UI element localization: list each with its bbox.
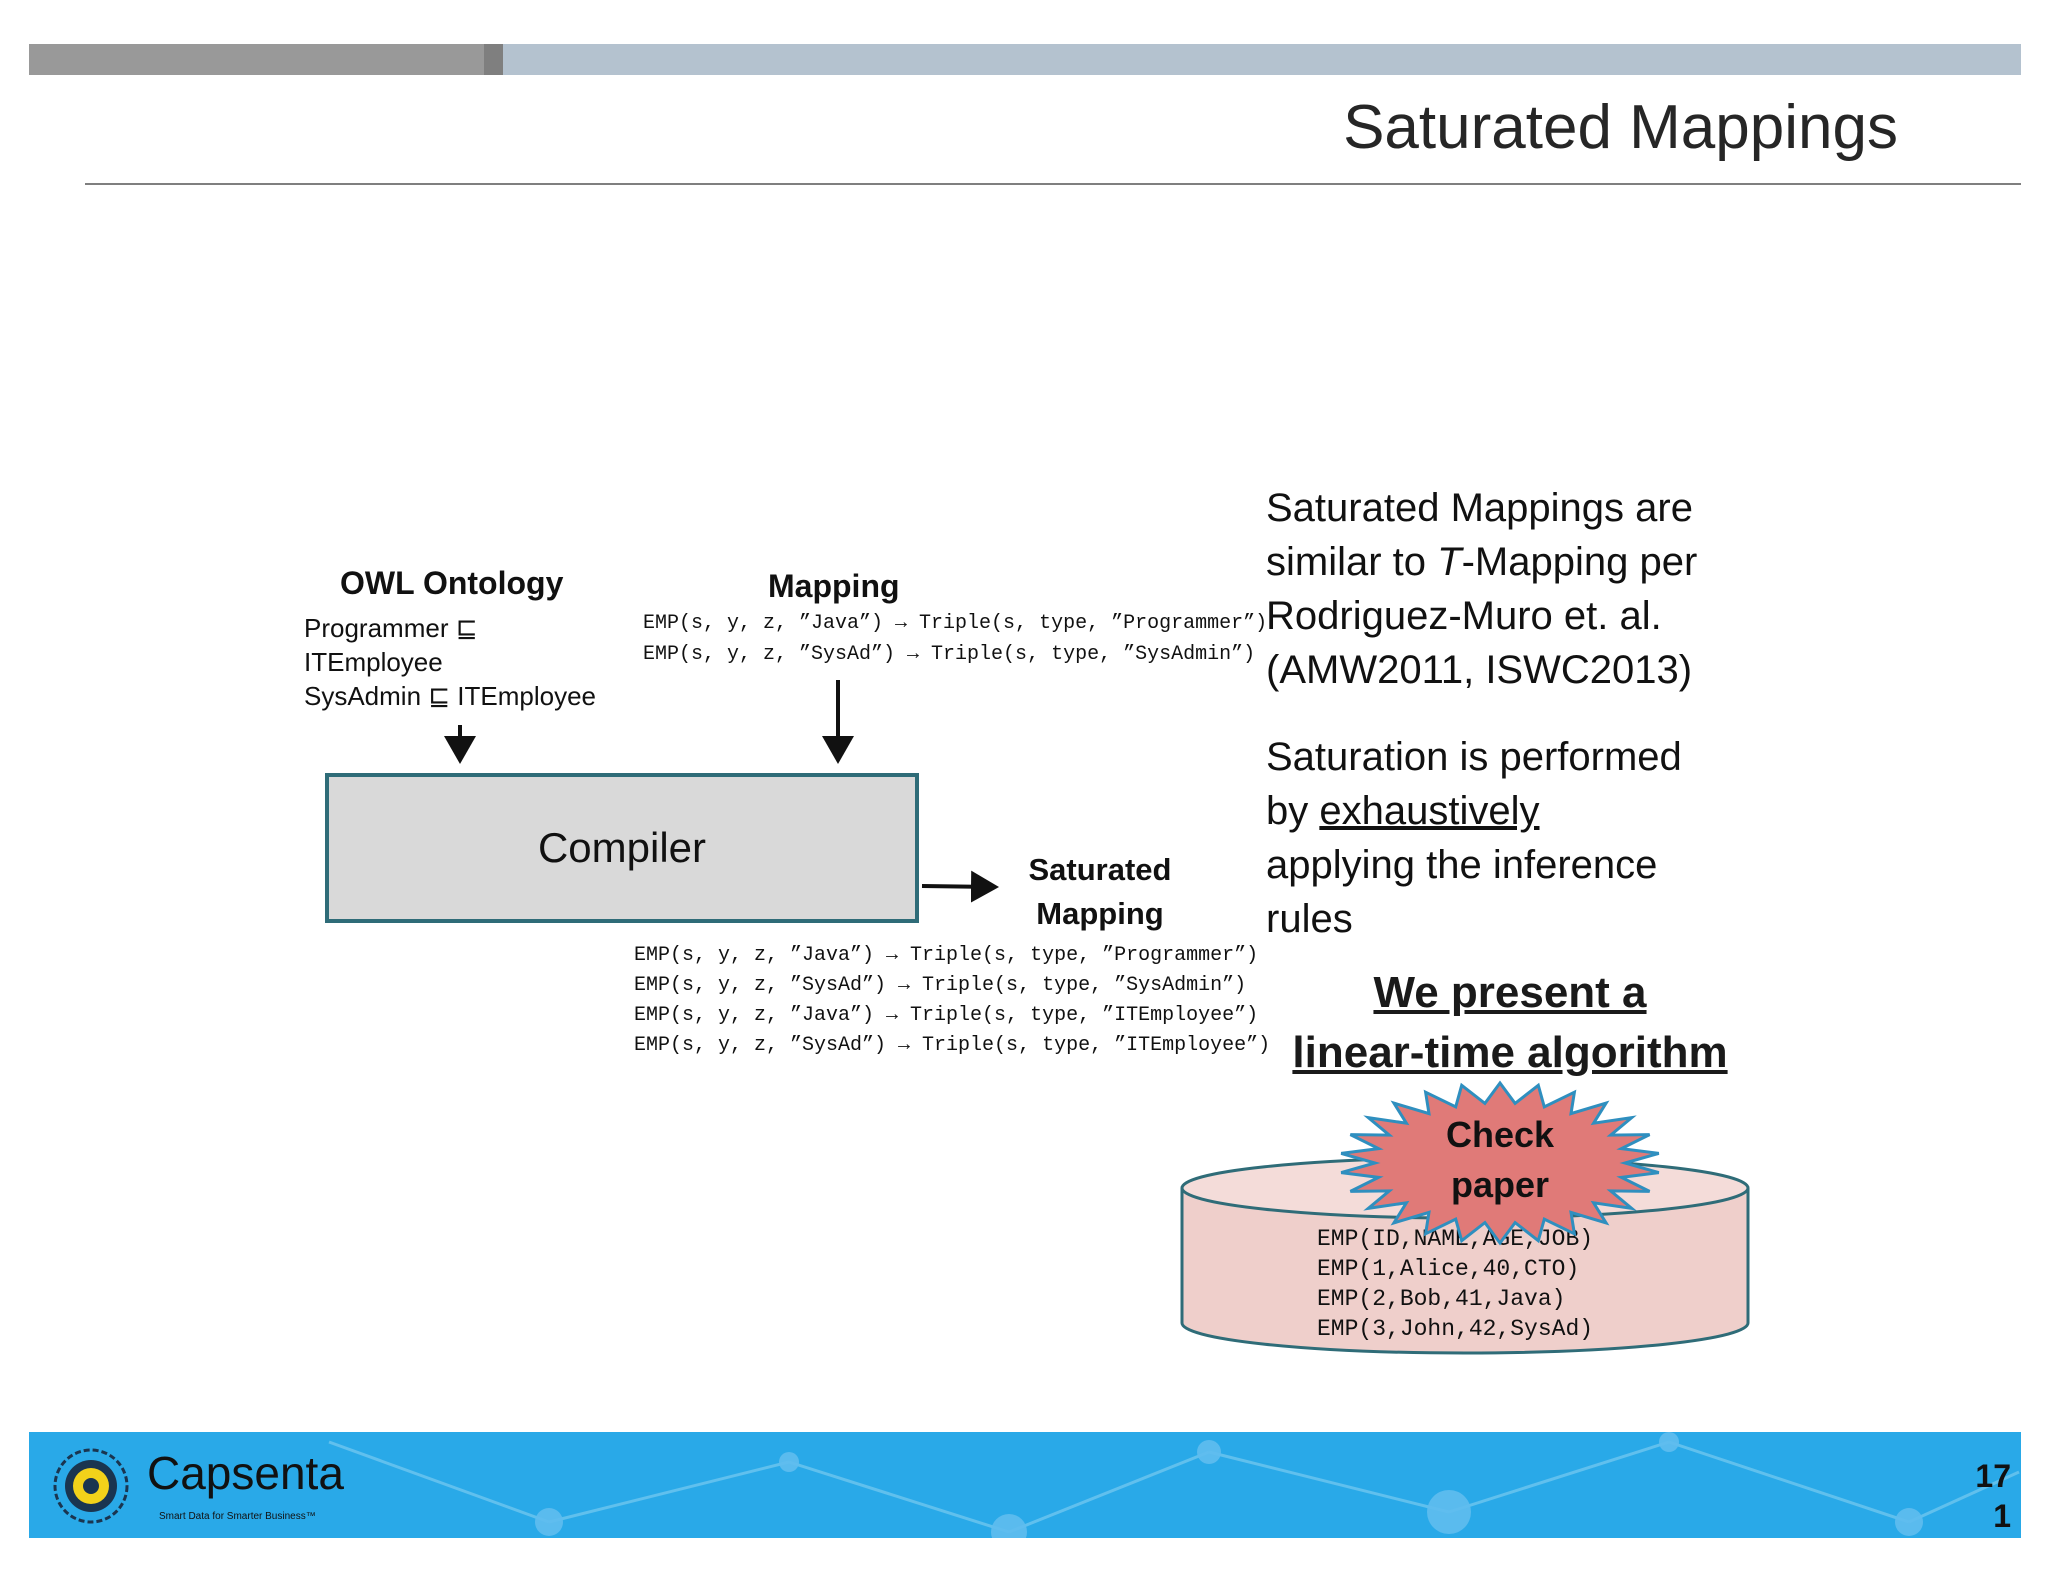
saturation-text-underlined: exhaustively — [1319, 789, 1540, 833]
output-arrow — [921, 870, 999, 903]
saturated-rule: EMP(s, y, z, ”SysAd”) → Triple(s, type, … — [634, 974, 1247, 997]
saturated-rule: EMP(s, y, z, ”Java”) → Triple(s, type, ”… — [634, 1004, 1259, 1027]
mapping-heading: Mapping — [768, 568, 900, 604]
badge-line2: paper — [1450, 1164, 1550, 1205]
db-row: EMP(1,Alice,40,CTO) — [1317, 1256, 1580, 1282]
saturated-rule: EMP(s, y, z, ”SysAd”) → Triple(s, type, … — [634, 1034, 1271, 1057]
ontology-heading: OWL Ontology — [340, 565, 564, 601]
db-row: EMP(3,John,42,SysAd) — [1317, 1316, 1594, 1342]
slide-number-line2: 1 — [1993, 1498, 2011, 1534]
saturated-mapping-heading: Saturated Mapping — [1000, 848, 1200, 936]
saturation-paragraph: Saturation is performed by exhaustively … — [1266, 730, 1696, 946]
db-row: EMP(2,Bob,41,Java) — [1317, 1286, 1566, 1312]
capsenta-logo-icon — [53, 1448, 129, 1524]
headline: We present a linear-time algorithm — [1250, 963, 1770, 1083]
compiler-label: Compiler — [537, 824, 707, 871]
saturated-rule: EMP(s, y, z, ”Java”) → Triple(s, type, ”… — [634, 944, 1259, 967]
slide-number: 17 1 — [1975, 1456, 2011, 1536]
saturated-heading-line1: Saturated — [1028, 852, 1172, 887]
headline-line2: linear-time algorithm — [1292, 1028, 1728, 1077]
footer-banner: Capsenta Smart Data for Smarter Business… — [29, 1432, 2021, 1538]
brand-name: Capsenta — [147, 1447, 344, 1499]
ontology-axioms: Programmer ⊑ ITEmployee SysAdmin ⊑ ITEmp… — [304, 612, 596, 713]
saturated-heading-line2: Mapping — [1036, 896, 1164, 931]
slide-number-line1: 17 — [1975, 1458, 2011, 1494]
compiler-box: Compiler — [325, 773, 919, 923]
tmapping-paragraph: Saturated Mappings are similar to T-Mapp… — [1266, 481, 1766, 697]
brand-tagline: Smart Data for Smarter Business™ — [159, 1511, 316, 1522]
mapping-rule: EMP(s, y, z, ”SysAd”) → Triple(s, type, … — [643, 643, 1256, 666]
axiom-2: SysAdmin ⊑ ITEmployee — [304, 680, 596, 711]
badge-line1: Check — [1445, 1114, 1555, 1155]
axiom-1a: Programmer ⊑ — [304, 613, 478, 643]
saturation-text-b: applying the inference rules — [1266, 843, 1658, 941]
saturated-rules: EMP(s, y, z, ”Java”) → Triple(s, type, ”… — [634, 941, 1270, 1061]
check-paper-badge[interactable]: Check paper — [1400, 1110, 1600, 1210]
tmapping-italic-t: T — [1437, 540, 1462, 584]
mapping-rule: EMP(s, y, z, ”Java”) → Triple(s, type, ”… — [643, 612, 1268, 635]
mapping-rules: EMP(s, y, z, ”Java”) → Triple(s, type, ”… — [643, 608, 1267, 670]
headline-line1: We present a — [1373, 968, 1647, 1017]
axiom-1b: ITEmployee — [304, 646, 443, 677]
